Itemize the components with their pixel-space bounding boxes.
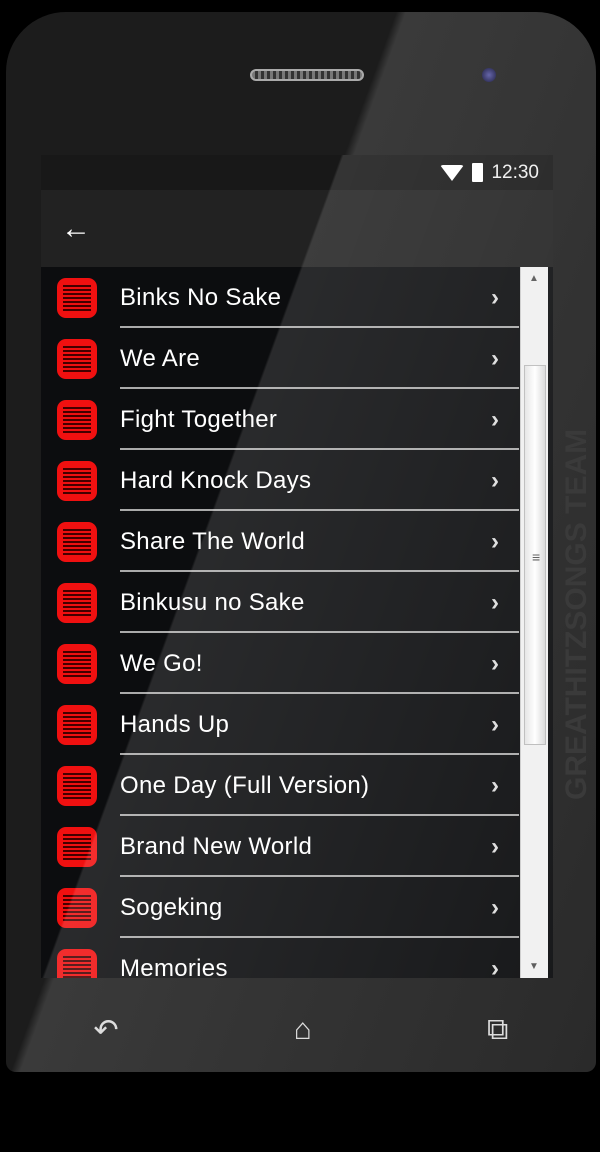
song-title: Hands Up: [120, 710, 230, 738]
song-title: Share The World: [120, 527, 306, 555]
scrollbar-thumb[interactable]: ≡: [524, 365, 546, 745]
music-list-icon: [57, 826, 97, 867]
chevron-right-icon: ›: [491, 466, 499, 494]
list-item[interactable]: We Go! ›: [41, 633, 519, 694]
wifi-icon: [440, 164, 465, 181]
status-bar: 12:30: [41, 155, 553, 190]
song-title: One Day (Full Version): [120, 771, 370, 799]
song-title: Binkusu no Sake: [120, 588, 305, 616]
toolbar: ←: [41, 190, 553, 267]
chevron-right-icon: ›: [491, 344, 499, 372]
chevron-right-icon: ›: [491, 283, 499, 311]
song-title: Fight Together: [120, 405, 278, 433]
speaker: [250, 69, 364, 81]
list-item[interactable]: Binkusu no Sake ›: [41, 572, 519, 633]
navigation-bar: ↶ ⌂ ⧉: [6, 990, 596, 1070]
camera: [482, 68, 496, 82]
music-list-icon: [57, 338, 97, 379]
list-item[interactable]: Fight Together ›: [41, 389, 519, 450]
chevron-right-icon: ›: [491, 954, 499, 979]
battery-icon: [472, 163, 484, 182]
song-title: Sogeking: [120, 893, 223, 921]
song-title: We Go!: [120, 649, 203, 677]
music-list-icon: [57, 460, 97, 501]
recents-icon[interactable]: ⧉: [487, 1013, 508, 1047]
clock: 12:30: [491, 161, 539, 183]
chevron-right-icon: ›: [491, 893, 499, 921]
song-title: Binks No Sake: [120, 283, 282, 311]
music-list-icon: [57, 582, 97, 623]
chevron-right-icon: ›: [491, 588, 499, 616]
chevron-right-icon: ›: [491, 527, 499, 555]
list-item[interactable]: We Are ›: [41, 328, 519, 389]
list-item[interactable]: Memories ›: [41, 938, 519, 978]
chevron-right-icon: ›: [491, 649, 499, 677]
song-title: Memories: [120, 954, 228, 979]
list-item[interactable]: Brand New World ›: [41, 816, 519, 877]
song-title: We Are: [120, 344, 201, 372]
music-list-icon: [57, 948, 97, 978]
list-item[interactable]: Sogeking ›: [41, 877, 519, 938]
chevron-right-icon: ›: [491, 832, 499, 860]
music-list-icon: [57, 643, 97, 684]
music-list-icon: [57, 765, 97, 806]
screen: 12:30 ← Binks No Sake › We Are › Fight Toget…: [41, 155, 553, 978]
music-list-icon: [57, 277, 97, 318]
music-list-icon: [57, 704, 97, 745]
list-item[interactable]: Hands Up ›: [41, 694, 519, 755]
scroll-up-icon[interactable]: ▲: [529, 273, 539, 284]
song-title: Hard Knock Days: [120, 466, 312, 494]
arrow-left-icon[interactable]: ←: [61, 212, 91, 246]
chevron-right-icon: ›: [491, 405, 499, 433]
music-list-icon: [57, 887, 97, 928]
song-title: Brand New World: [120, 832, 313, 860]
list-item[interactable]: Hard Knock Days ›: [41, 450, 519, 511]
list-item[interactable]: Binks No Sake ›: [41, 267, 519, 328]
watermark: GREATHITZSONGS TEAM: [560, 428, 593, 800]
chevron-right-icon: ›: [491, 710, 499, 738]
list-item[interactable]: One Day (Full Version) ›: [41, 755, 519, 816]
home-icon[interactable]: ⌂: [294, 1013, 312, 1047]
scroll-down-icon[interactable]: ▼: [529, 961, 539, 972]
list-item[interactable]: Share The World ›: [41, 511, 519, 572]
music-list-icon: [57, 399, 97, 440]
grip-icon: ≡: [532, 549, 541, 565]
music-list-icon: [57, 521, 97, 562]
scrollbar[interactable]: ▲ ≡ ▼: [520, 267, 548, 978]
chevron-right-icon: ›: [491, 771, 499, 799]
song-list: Binks No Sake › We Are › Fight Together › Hard…: [41, 267, 553, 978]
back-icon[interactable]: ↶: [94, 1013, 119, 1048]
